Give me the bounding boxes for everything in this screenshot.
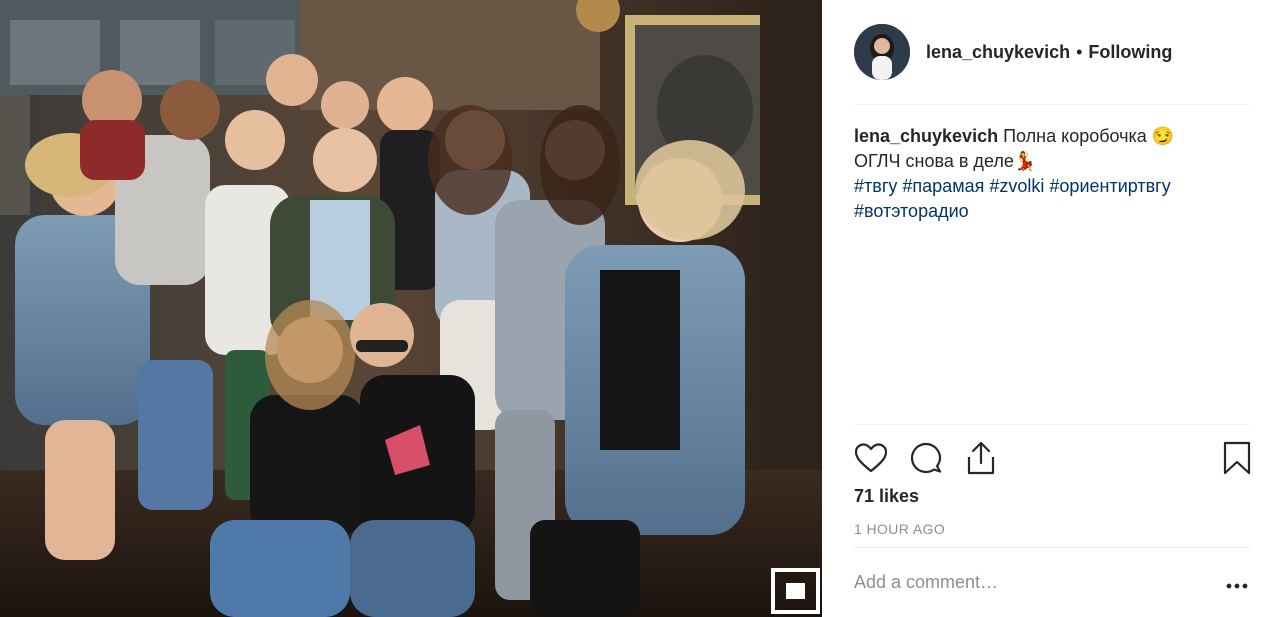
avatar-image	[854, 24, 910, 80]
likes-count[interactable]: 71 likes	[854, 486, 919, 507]
save-button[interactable]	[1220, 440, 1254, 476]
post-photo[interactable]	[0, 0, 822, 617]
actions-divider	[854, 424, 1250, 425]
more-options-icon	[1226, 583, 1248, 589]
post-header: lena_chuykevich • Following	[854, 24, 1250, 80]
comment-button[interactable]	[909, 440, 943, 476]
header-divider	[854, 104, 1250, 105]
share-button[interactable]	[964, 440, 998, 476]
add-comment-input[interactable]: Add a comment…	[854, 572, 1204, 593]
hashtag-list: #твгу #парамая #zvolki #ориентиртвгу #во…	[854, 176, 1171, 221]
separator-dot: •	[1076, 41, 1083, 62]
hashtag-link[interactable]: #ориентиртвгу	[1049, 176, 1170, 196]
avatar[interactable]	[854, 24, 910, 80]
caption-text-line2: ОГЛЧ снова в деле💃	[854, 151, 1037, 171]
comment-bubble-icon	[910, 442, 942, 474]
caption-username-link[interactable]: lena_chuykevich	[854, 126, 998, 146]
like-button[interactable]	[854, 440, 888, 476]
heart-icon	[855, 443, 887, 473]
following-button[interactable]: Following	[1088, 42, 1172, 63]
bookmark-icon	[1223, 441, 1251, 475]
share-upload-icon	[967, 441, 995, 475]
hashtag-link[interactable]: #парамая	[902, 176, 984, 196]
post-details-panel: lena_chuykevich • Following lena_chuykev…	[822, 0, 1280, 617]
post-caption: lena_chuykevich Полна коробочка 😏 ОГЛЧ с…	[854, 124, 1250, 224]
comment-divider	[854, 547, 1250, 548]
username-link[interactable]: lena_chuykevich	[926, 42, 1070, 63]
post-timestamp: 1 HOUR AGO	[854, 521, 946, 537]
caption-text-line1: Полна коробочка 😏	[1003, 126, 1175, 146]
hashtag-link[interactable]: #zvolki	[989, 176, 1044, 196]
group-photo-image	[0, 0, 822, 617]
action-bar	[854, 440, 1251, 476]
hashtag-link[interactable]: #твгу	[854, 176, 897, 196]
hashtag-link[interactable]: #вотэторадио	[854, 201, 969, 221]
more-options-button[interactable]	[1224, 574, 1250, 598]
